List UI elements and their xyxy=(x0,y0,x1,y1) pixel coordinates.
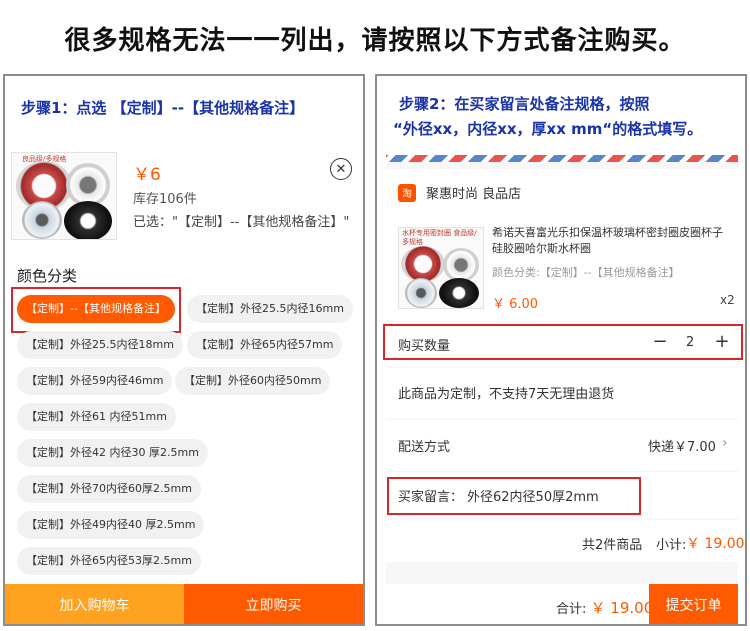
selected-sku: 已选："【定制】--【其他规格备注】" xyxy=(133,215,350,230)
gasket-white xyxy=(443,248,479,282)
order-confirm-panel: 步骤2：在买家留言处备注规格，按照 “外径xx，内径xx，厚xx mm“的格式填… xyxy=(375,74,747,626)
summary-row: 共2件商品 小计: ￥ 19.00 xyxy=(386,520,745,562)
shipping-label: 配送方式 xyxy=(398,440,451,455)
sku-chip[interactable]: 【定制】外径25.5内径16mm xyxy=(187,295,353,323)
submit-order-button[interactable]: 提交订单 xyxy=(649,584,738,624)
subtotal-label: 小计: xyxy=(656,538,687,553)
airmail-stripe xyxy=(386,155,738,162)
sku-chip[interactable]: 【定制】外径65内径57mm xyxy=(187,331,343,359)
order-product-thumbnail: 水杯专用密封圈 食品级/多规格 xyxy=(398,227,484,309)
subtotal-amount: ￥ 19.00 xyxy=(686,536,745,552)
shop-row: 淘 聚惠时尚 良品店 xyxy=(398,183,521,202)
highlight-box-sku xyxy=(11,287,181,333)
highlight-box-message xyxy=(387,477,641,515)
product-thumbnail: 良品级/多规格 xyxy=(11,152,117,240)
sku-chip[interactable]: 【定制】外径59内径46mm xyxy=(17,367,173,395)
submit-bar: 合计: ￥ 19.00 提交订单 xyxy=(386,584,738,624)
gasket-black xyxy=(64,201,112,239)
product-price: ￥ 6.00 xyxy=(492,297,539,312)
gasket-clear xyxy=(405,278,437,308)
product-variant: 颜色分类:【定制】--【其他规格备注】 xyxy=(492,266,680,279)
color-category-title: 颜色分类 xyxy=(17,267,78,285)
sku-chip[interactable]: 【定制】外径25.5内径18mm xyxy=(17,331,183,359)
sku-chip[interactable]: 【定制】外径49内径40 厚2.5mm xyxy=(17,511,205,539)
gasket-red xyxy=(401,246,445,282)
total-amount: ￥ 19.00 xyxy=(590,599,654,617)
action-bar: 加入购物车 立即购买 xyxy=(5,584,363,624)
sku-chip[interactable]: 【定制】外径60内径50mm xyxy=(175,367,331,395)
sku-chip[interactable]: 【定制】外径65内径53厚2.5mm xyxy=(17,547,201,575)
sku-chip[interactable]: 【定制】外径42 内径30 厚2.5mm xyxy=(17,439,208,467)
highlight-box-quantity xyxy=(383,324,743,360)
total-row: 合计: ￥ 19.00 xyxy=(556,597,653,618)
step1-instruction: 步骤1：点选 【定制】--【其他规格备注】 xyxy=(21,99,305,117)
product-quantity: x2 xyxy=(720,293,735,307)
step2-line1: 步骤2：在买家留言处备注规格，按照 xyxy=(399,95,650,113)
sku-chip[interactable]: 【定制】外径61 内径51mm xyxy=(17,403,176,431)
sku-chip[interactable]: 【定制】外径70内径60厚2.5mm xyxy=(17,475,201,503)
notice-row: 此商品为定制，不支持7天无理由退货 xyxy=(386,368,738,418)
taobao-shop-icon: 淘 xyxy=(398,183,416,202)
custom-notice: 此商品为定制，不支持7天无理由退货 xyxy=(398,387,615,402)
stock-count: 库存106件 xyxy=(133,192,197,207)
summary-count: 共2件商品 xyxy=(582,538,643,553)
close-icon[interactable]: ✕ xyxy=(330,158,352,180)
add-to-cart-button[interactable]: 加入购物车 xyxy=(5,584,184,624)
thumbnail-tag: 水杯专用密封圈 食品级/多规格 xyxy=(402,229,477,246)
shop-card: 淘 聚惠时尚 良品店 水杯专用密封圈 食品级/多规格 希诺天喜富光乐扣保温杯玻璃… xyxy=(386,169,738,321)
chevron-right-icon: › xyxy=(722,435,728,451)
shipping-row[interactable]: 配送方式 快递￥7.00 › xyxy=(386,420,738,470)
gasket-black xyxy=(439,278,479,308)
gasket-clear xyxy=(22,201,62,239)
total-label: 合计: xyxy=(556,602,587,617)
step2-line2: “外径xx，内径xx，厚xx mm“的格式填写。 xyxy=(393,120,703,138)
shipping-value: 快递￥7.00 xyxy=(648,440,716,455)
buy-now-button[interactable]: 立即购买 xyxy=(184,584,363,624)
headline: 很多规格无法一一列出，请按照以下方式备注购买。 xyxy=(64,26,686,56)
sku-selector-panel: 步骤1：点选 【定制】--【其他规格备注】 良品级/多规格 ￥6 库存106件 … xyxy=(3,74,365,626)
step2-instruction: 步骤2：在买家留言处备注规格，按照 “外径xx，内径xx，厚xx mm“的格式填… xyxy=(393,92,702,142)
sku-price: ￥6 xyxy=(133,165,161,185)
product-title[interactable]: 希诺天喜富光乐扣保温杯玻璃杯密封圈皮圈杯子硅胶圈哈尔斯水杯圈 xyxy=(492,225,728,257)
shop-name[interactable]: 聚惠时尚 良品店 xyxy=(426,183,521,202)
